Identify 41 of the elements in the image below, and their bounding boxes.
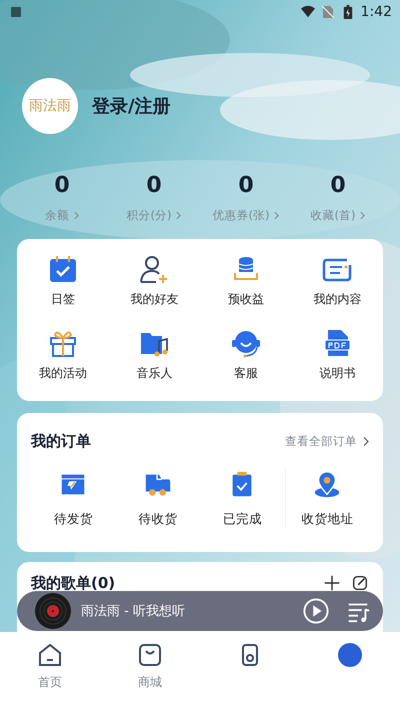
edit-icon[interactable]	[351, 574, 369, 592]
nav-tab-label: 首页	[38, 674, 62, 691]
nav-tab-label: 商城	[138, 674, 162, 691]
login-link[interactable]: 登录/注册	[92, 94, 171, 118]
playlist-title: 我的歌单(0)	[31, 574, 116, 593]
order-status-label[interactable]: 收货地址	[301, 511, 354, 528]
stat-value: 0	[330, 174, 346, 198]
status-time: 1:42	[360, 4, 392, 20]
stat-value: 0	[146, 174, 162, 198]
chevron-right-icon	[360, 211, 366, 220]
track-title: 雨法雨 - 听我想听	[81, 603, 185, 620]
mini-player[interactable]: 雨法雨 - 听我想听	[17, 591, 383, 631]
stat-value: 0	[238, 174, 254, 198]
stat-value: 0	[54, 174, 70, 198]
order-status-label[interactable]: 待收货	[138, 511, 178, 528]
order-status-label[interactable]: 待发货	[54, 511, 93, 528]
nav-tab[interactable]: 首页	[0, 642, 100, 691]
add-icon[interactable]	[323, 574, 341, 592]
shortcut-label[interactable]: 我的好友	[130, 291, 178, 308]
shortcut-label[interactable]: 预收益	[228, 291, 264, 308]
chevron-right-icon	[74, 211, 79, 220]
play-icon[interactable]	[303, 598, 329, 624]
order-status-label[interactable]: 已完成	[222, 511, 262, 528]
view-all-orders-link[interactable]: 查看全部订单	[285, 434, 369, 448]
shortcut-label[interactable]: 客服	[234, 365, 258, 382]
chevron-right-icon	[176, 211, 182, 220]
nav-tab[interactable]: 商城	[100, 642, 200, 691]
shortcut-label[interactable]: 音乐人	[136, 365, 172, 382]
no-sim-icon	[320, 5, 335, 19]
shortcut-label[interactable]: 日签	[50, 291, 75, 308]
shopping-bag-icon	[137, 642, 163, 668]
profile-icon	[337, 642, 363, 668]
shortcut-label[interactable]: 我的活动	[38, 365, 87, 382]
orders-title: 我的订单	[31, 432, 91, 450]
home-icon	[37, 642, 63, 668]
shortcut-label[interactable]: 我的内容	[313, 291, 362, 308]
wifi-icon	[300, 5, 315, 19]
chevron-right-icon	[363, 436, 369, 446]
chevron-right-icon	[274, 211, 280, 220]
vinyl-record-icon	[35, 593, 71, 629]
shortcut-label[interactable]: 说明书	[319, 365, 356, 382]
